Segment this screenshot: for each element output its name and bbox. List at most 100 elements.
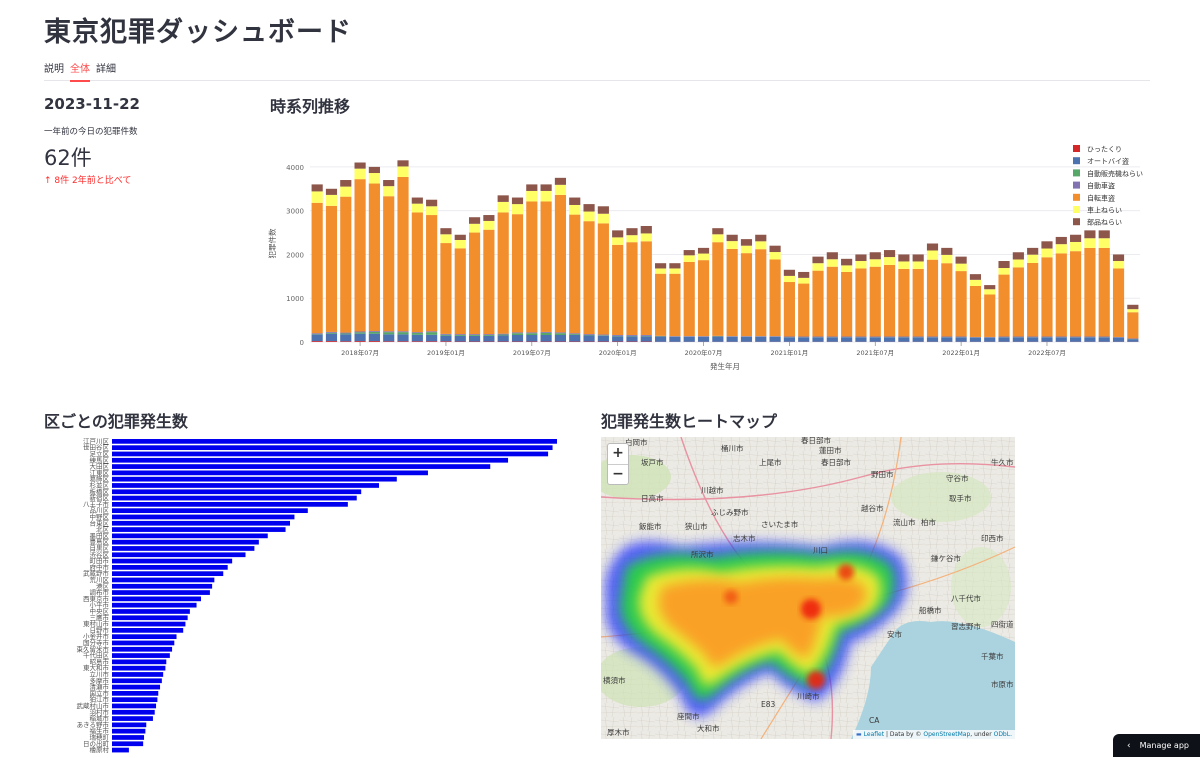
bar-segment[interactable]	[970, 286, 981, 337]
bar-segment[interactable]	[913, 337, 924, 341]
bar-segment[interactable]	[984, 338, 995, 342]
bar-segment[interactable]	[827, 267, 838, 337]
bar-segment[interactable]	[426, 215, 437, 331]
leaflet-link[interactable]: Leaflet	[864, 731, 884, 738]
bar-segment[interactable]	[1027, 248, 1038, 255]
ward-bar[interactable]	[112, 603, 197, 608]
bar-segment[interactable]	[1099, 230, 1110, 238]
bar-segment[interactable]	[655, 336, 666, 337]
legend-label[interactable]: 部品ねらい	[1087, 218, 1122, 227]
bar-segment[interactable]	[1084, 337, 1095, 338]
heatmap-map[interactable]: 白岡市春日部市桶川市蓮田市坂戸市上尾市春日部市野田市牛久市日高市川越市守谷市ふじ…	[601, 437, 1015, 739]
bar-segment[interactable]	[612, 237, 623, 244]
bar-segment[interactable]	[326, 189, 337, 195]
bar-segment[interactable]	[512, 332, 523, 333]
bar-segment[interactable]	[855, 261, 866, 268]
bar-segment[interactable]	[841, 272, 852, 337]
bar-segment[interactable]	[569, 334, 580, 335]
bar-segment[interactable]	[698, 336, 709, 337]
bar-segment[interactable]	[1084, 238, 1095, 248]
bar-segment[interactable]	[970, 337, 981, 338]
bar-segment[interactable]	[870, 259, 881, 266]
legend-swatch[interactable]	[1073, 218, 1080, 225]
bar-segment[interactable]	[312, 184, 323, 191]
ward-bar[interactable]	[112, 521, 290, 526]
bar-segment[interactable]	[1084, 337, 1095, 341]
bar-segment[interactable]	[555, 333, 566, 335]
bar-segment[interactable]	[340, 187, 351, 197]
bar-segment[interactable]	[426, 331, 437, 332]
ward-bar[interactable]	[112, 741, 143, 746]
bar-segment[interactable]	[956, 264, 967, 271]
bar-segment[interactable]	[526, 332, 537, 333]
bar-segment[interactable]	[397, 334, 408, 341]
bar-segment[interactable]	[397, 177, 408, 331]
bar-segment[interactable]	[412, 332, 423, 333]
bar-segment[interactable]	[569, 335, 580, 342]
bar-segment[interactable]	[913, 261, 924, 268]
bar-segment[interactable]	[455, 336, 466, 342]
ward-bar[interactable]	[112, 622, 185, 627]
bar-segment[interactable]	[426, 206, 437, 215]
ward-bar[interactable]	[112, 552, 246, 557]
bar-segment[interactable]	[998, 337, 1009, 341]
legend-label[interactable]: 自転車盗	[1087, 193, 1115, 202]
bar-segment[interactable]	[870, 337, 881, 341]
bar-segment[interactable]	[598, 335, 609, 336]
zoom-out-button[interactable]: −	[608, 465, 628, 485]
bar-segment[interactable]	[355, 334, 366, 341]
bar-segment[interactable]	[655, 268, 666, 273]
bar-segment[interactable]	[898, 269, 909, 337]
bar-segment[interactable]	[612, 245, 623, 335]
bar-segment[interactable]	[855, 268, 866, 336]
bar-segment[interactable]	[440, 243, 451, 334]
ward-bar[interactable]	[112, 685, 160, 690]
bar-segment[interactable]	[1027, 337, 1038, 338]
bar-segment[interactable]	[1113, 254, 1124, 261]
bar-segment[interactable]	[1099, 337, 1110, 341]
bar-segment[interactable]	[355, 331, 366, 332]
bar-segment[interactable]	[1041, 241, 1052, 248]
bar-segment[interactable]	[397, 160, 408, 166]
bar-segment[interactable]	[1041, 337, 1052, 341]
bar-segment[interactable]	[941, 263, 952, 336]
bar-segment[interactable]	[455, 334, 466, 335]
bar-segment[interactable]	[326, 334, 337, 341]
bar-segment[interactable]	[541, 335, 552, 342]
bar-segment[interactable]	[340, 333, 351, 334]
bar-segment[interactable]	[426, 332, 437, 335]
legend-label[interactable]: 自動車盗	[1087, 181, 1115, 190]
bar-segment[interactable]	[483, 335, 494, 336]
bar-segment[interactable]	[483, 221, 494, 230]
bar-segment[interactable]	[440, 234, 451, 243]
legend-label[interactable]: 自動販売機ねらい	[1087, 169, 1143, 178]
bar-segment[interactable]	[312, 341, 323, 342]
bar-segment[interactable]	[1084, 230, 1095, 238]
bar-segment[interactable]	[741, 239, 752, 246]
bar-segment[interactable]	[884, 265, 895, 337]
bar-segment[interactable]	[755, 235, 766, 242]
bar-segment[interactable]	[1099, 238, 1110, 248]
bar-segment[interactable]	[941, 337, 952, 338]
bar-segment[interactable]	[369, 334, 380, 341]
osm-link[interactable]: OpenStreetMap	[923, 731, 970, 738]
zoom-in-button[interactable]: +	[608, 444, 628, 465]
bar-segment[interactable]	[483, 215, 494, 221]
bar-segment[interactable]	[583, 204, 594, 211]
bar-segment[interactable]	[583, 212, 594, 222]
bar-segment[interactable]	[598, 206, 609, 213]
bar-segment[interactable]	[498, 195, 509, 202]
bar-segment[interactable]	[383, 186, 394, 196]
ward-bar[interactable]	[112, 515, 294, 520]
bar-segment[interactable]	[498, 335, 509, 341]
legend-swatch[interactable]	[1073, 206, 1080, 213]
bar-segment[interactable]	[355, 169, 366, 180]
bar-segment[interactable]	[541, 332, 552, 333]
bar-segment[interactable]	[1013, 252, 1024, 259]
ward-bar[interactable]	[112, 508, 308, 513]
bar-segment[interactable]	[755, 336, 766, 337]
legend-swatch[interactable]	[1073, 194, 1080, 201]
bar-segment[interactable]	[755, 241, 766, 249]
bar-segment[interactable]	[526, 335, 537, 342]
bar-segment[interactable]	[626, 335, 637, 336]
